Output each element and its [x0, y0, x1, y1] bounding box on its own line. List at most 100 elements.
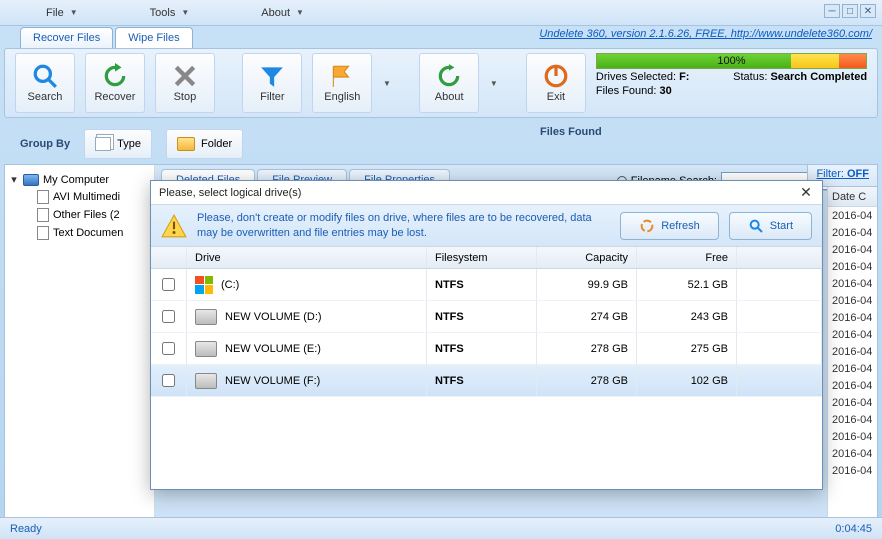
- filter-label: Filter: [260, 91, 284, 103]
- menu-file-label: File: [46, 7, 64, 19]
- search-label: Search: [28, 91, 63, 103]
- drive-capacity: 99.9 GB: [537, 269, 637, 300]
- version-link[interactable]: Undelete 360, version 2.1.6.26, FREE, ht…: [539, 28, 872, 40]
- status-text: Status: Search Completed: [733, 71, 867, 83]
- drive-capacity: 274 GB: [537, 301, 637, 332]
- drive-row[interactable]: NEW VOLUME (E:)NTFS278 GB275 GB: [151, 333, 822, 365]
- computer-icon: [23, 174, 39, 186]
- maximize-button[interactable]: □: [842, 4, 858, 18]
- document-icon: [37, 190, 49, 204]
- drive-free: 102 GB: [637, 365, 737, 396]
- warning-text: Please, don't create or modify files on …: [197, 211, 610, 240]
- dialog-title: Please, select logical drive(s): [159, 187, 301, 199]
- drive-row[interactable]: (C:)NTFS99.9 GB52.1 GB: [151, 269, 822, 301]
- date-cell: 2016-04: [828, 241, 877, 258]
- date-cell: 2016-04: [828, 275, 877, 292]
- hdd-icon: [195, 341, 217, 357]
- date-cell: 2016-04: [828, 343, 877, 360]
- status-ready: Ready: [10, 523, 42, 535]
- minimize-button[interactable]: ─: [824, 4, 840, 18]
- dialog-title-bar: Please, select logical drive(s) ✕: [151, 181, 822, 205]
- language-button[interactable]: English: [312, 53, 372, 113]
- menu-tools[interactable]: Tools▼: [144, 5, 196, 21]
- header-drive[interactable]: Drive: [187, 247, 427, 268]
- menubar: File▼ Tools▼ About▼: [0, 0, 882, 26]
- exit-label: Exit: [547, 91, 565, 103]
- date-cell: 2016-04: [828, 326, 877, 343]
- groupby-folder-button[interactable]: Folder: [166, 129, 243, 159]
- statusbar: Ready 0:04:45: [0, 517, 882, 539]
- menu-file[interactable]: File▼: [40, 5, 84, 21]
- about-icon: [436, 63, 462, 89]
- tree-item[interactable]: AVI Multimedi: [9, 188, 150, 206]
- tree-root-label: My Computer: [43, 174, 109, 186]
- progress-bar: 100%: [596, 53, 867, 69]
- about-dropdown[interactable]: ▼: [489, 79, 498, 88]
- date-cell: 2016-04: [828, 292, 877, 309]
- date-cell: 2016-04: [828, 394, 877, 411]
- chevron-down-icon: ▼: [181, 8, 189, 17]
- date-column: Date C 2016-042016-042016-042016-042016-…: [827, 187, 877, 523]
- exit-icon: [543, 63, 569, 89]
- document-icon: [37, 226, 49, 240]
- select-drive-dialog: Please, select logical drive(s) ✕ Please…: [150, 180, 823, 490]
- tree-item[interactable]: Other Files (2: [9, 206, 150, 224]
- date-cell: 2016-04: [828, 207, 877, 224]
- window-controls: ─ □ ✕: [824, 4, 876, 18]
- tree-root[interactable]: ▾ My Computer: [9, 171, 150, 188]
- drives-selected: Drives Selected: F:: [596, 71, 690, 83]
- recover-label: Recover: [94, 91, 135, 103]
- close-button[interactable]: ✕: [860, 4, 876, 18]
- header-free[interactable]: Free: [637, 247, 737, 268]
- recover-icon: [102, 63, 128, 89]
- drive-row[interactable]: NEW VOLUME (D:)NTFS274 GB243 GB: [151, 301, 822, 333]
- refresh-icon: [639, 218, 655, 234]
- stop-button[interactable]: Stop: [155, 53, 215, 113]
- tab-recover-files[interactable]: Recover Files: [20, 27, 113, 48]
- exit-button[interactable]: Exit: [526, 53, 586, 113]
- start-button[interactable]: Start: [729, 212, 812, 240]
- menu-about[interactable]: About▼: [255, 5, 310, 21]
- dialog-close-button[interactable]: ✕: [798, 185, 814, 201]
- drive-checkbox[interactable]: [162, 374, 175, 387]
- stop-label: Stop: [174, 91, 197, 103]
- search-icon: [32, 63, 58, 89]
- drive-checkbox[interactable]: [162, 278, 175, 291]
- groupby-type-button[interactable]: Type: [84, 129, 152, 159]
- drive-capacity: 278 GB: [537, 365, 637, 396]
- drive-free: 243 GB: [637, 301, 737, 332]
- warning-icon: [161, 213, 187, 239]
- flag-icon: [329, 63, 355, 89]
- toolbar: Search Recover Stop Filter English ▼ Abo…: [4, 48, 878, 118]
- date-cell: 2016-04: [828, 377, 877, 394]
- date-cell: 2016-04: [828, 309, 877, 326]
- status-time: 0:04:45: [835, 523, 872, 535]
- date-header[interactable]: Date C: [828, 187, 877, 207]
- drive-name: NEW VOLUME (D:): [225, 311, 322, 323]
- language-dropdown[interactable]: ▼: [382, 79, 391, 88]
- search-button[interactable]: Search: [15, 53, 75, 113]
- collapse-icon[interactable]: ▾: [9, 173, 19, 186]
- windows-icon: [195, 276, 213, 294]
- about-label: About: [435, 91, 464, 103]
- header-capacity[interactable]: Capacity: [537, 247, 637, 268]
- recover-button[interactable]: Recover: [85, 53, 145, 113]
- tab-wipe-files[interactable]: Wipe Files: [115, 27, 192, 48]
- groupby-label: Group By: [20, 138, 70, 150]
- drive-free: 275 GB: [637, 333, 737, 364]
- date-cell: 2016-04: [828, 445, 877, 462]
- drive-checkbox[interactable]: [162, 342, 175, 355]
- language-label: English: [324, 91, 360, 103]
- tree-panel: ▾ My Computer AVI MultimediOther Files (…: [5, 165, 155, 523]
- files-found-header: Files Found: [540, 126, 602, 138]
- status-panel: 100% Drives Selected: F: Status: Search …: [596, 53, 867, 113]
- refresh-button[interactable]: Refresh: [620, 212, 719, 240]
- header-filesystem[interactable]: Filesystem: [427, 247, 537, 268]
- filter-button[interactable]: Filter: [242, 53, 302, 113]
- about-button[interactable]: About: [419, 53, 479, 113]
- tree-item[interactable]: Text Documen: [9, 224, 150, 242]
- drive-checkbox[interactable]: [162, 310, 175, 323]
- filter-icon: [259, 63, 285, 89]
- drive-row[interactable]: NEW VOLUME (F:)NTFS278 GB102 GB: [151, 365, 822, 397]
- hdd-icon: [195, 309, 217, 325]
